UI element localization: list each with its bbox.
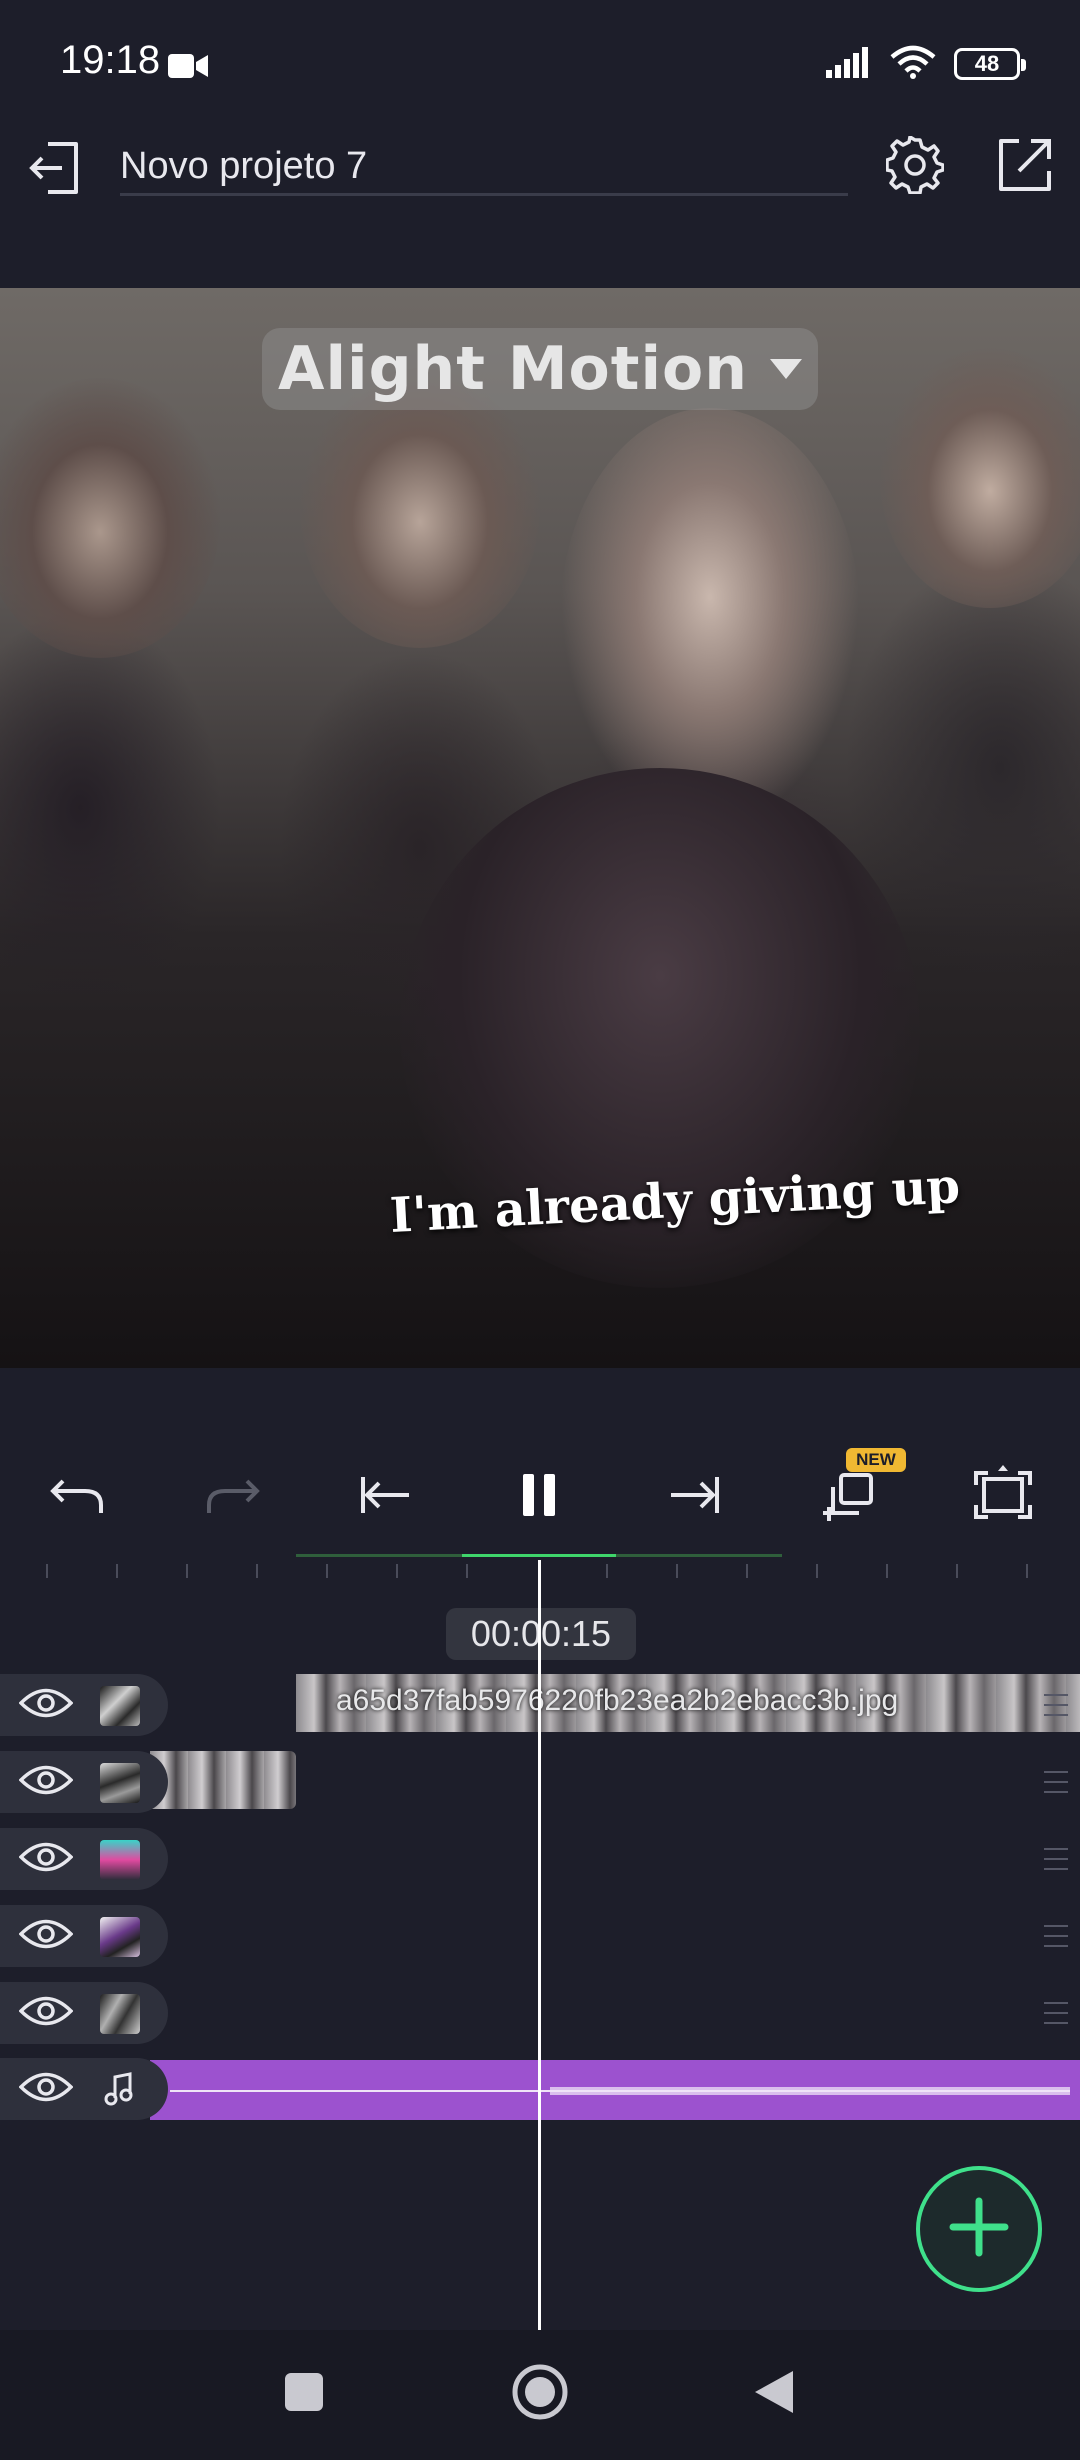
track-header <box>0 1751 168 1813</box>
ruler-tick <box>256 1564 258 1578</box>
export-button[interactable] <box>990 132 1060 202</box>
project-title-field[interactable]: Novo projeto 7 <box>120 138 848 196</box>
video-preview[interactable]: Alight Motion I'm already giving up <box>0 288 1080 1368</box>
drag-handle-icon[interactable] <box>1044 1771 1068 1793</box>
new-badge: NEW <box>846 1448 906 1472</box>
status-indicators: 48 <box>826 44 1026 84</box>
image-clip[interactable] <box>150 1751 296 1809</box>
undo-button[interactable] <box>32 1452 122 1542</box>
system-nav-bar <box>0 2330 1080 2460</box>
video-camera-icon <box>168 52 208 85</box>
eye-icon <box>18 1994 74 2033</box>
caret-down-icon <box>769 359 802 379</box>
status-time: 19:18 <box>60 38 161 82</box>
redo-icon <box>205 1473 261 1522</box>
redo-button[interactable] <box>188 1452 278 1542</box>
ruler-tick <box>46 1564 48 1578</box>
ruler-tick <box>886 1564 888 1578</box>
ruler-tick <box>326 1564 328 1578</box>
exit-icon <box>26 138 86 203</box>
ruler-tick <box>1026 1564 1028 1578</box>
export-icon <box>997 137 1053 198</box>
drag-handle-icon[interactable] <box>1044 2002 1068 2024</box>
add-layer-button[interactable] <box>916 2166 1042 2292</box>
watermark-badge[interactable]: Alight Motion <box>262 328 818 410</box>
playhead[interactable] <box>538 1560 541 2330</box>
clip-thumbnail <box>100 1994 140 2034</box>
track-header <box>0 1982 168 2044</box>
visibility-toggle[interactable] <box>18 1684 74 1726</box>
skip-end-icon <box>667 1473 723 1522</box>
top-toolbar: Novo projeto 7 <box>0 120 1080 280</box>
clip-thumbnail <box>100 1763 140 1803</box>
visibility-toggle[interactable] <box>18 2068 74 2110</box>
ruler-tick <box>186 1564 188 1578</box>
ruler-tick <box>816 1564 818 1578</box>
skip-start-icon <box>357 1473 413 1522</box>
eye-icon <box>18 2070 74 2109</box>
clip-thumbnail <box>100 1917 140 1957</box>
eye-icon <box>18 1917 74 1956</box>
recents-icon <box>283 2371 325 2418</box>
track-header <box>0 2058 168 2120</box>
ruler-tick <box>116 1564 118 1578</box>
signal-icon <box>826 46 872 83</box>
settings-button[interactable] <box>880 132 950 202</box>
pause-button[interactable] <box>494 1452 584 1542</box>
track-header <box>0 1674 168 1736</box>
battery-icon: 48 <box>954 48 1026 80</box>
fullscreen-icon <box>974 1464 1032 1530</box>
ruler-tick <box>606 1564 608 1578</box>
wifi-icon <box>890 45 936 84</box>
ruler-tick <box>746 1564 748 1578</box>
preview-image-region <box>880 348 1080 608</box>
home-button[interactable] <box>500 2354 580 2434</box>
audio-waveform <box>170 2087 1070 2095</box>
eye-icon <box>18 1763 74 1802</box>
preview-image-region <box>300 368 540 648</box>
undo-icon <box>49 1473 105 1522</box>
eye-icon <box>18 1686 74 1725</box>
ruler-progress <box>462 1554 616 1557</box>
drag-handle-icon[interactable] <box>1044 1925 1068 1947</box>
eye-icon <box>18 1840 74 1879</box>
battery-level: 48 <box>974 51 1000 76</box>
timecode-display: 00:00:15 <box>446 1608 636 1660</box>
duplicate-icon <box>821 1467 881 1528</box>
ruler-tick <box>676 1564 678 1578</box>
skip-end-button[interactable] <box>650 1452 740 1542</box>
visibility-toggle[interactable] <box>18 1761 74 1803</box>
back-button[interactable] <box>734 2354 814 2434</box>
ruler-tick <box>956 1564 958 1578</box>
gear-icon <box>885 134 945 199</box>
visibility-toggle[interactable] <box>18 1992 74 2034</box>
track-header <box>0 1828 168 1890</box>
clip-thumbnail <box>100 1686 140 1726</box>
home-icon <box>511 2363 569 2426</box>
ruler-tick <box>466 1564 468 1578</box>
watermark-text: Alight Motion <box>278 334 748 404</box>
recents-button[interactable] <box>264 2354 344 2434</box>
ruler-tick <box>396 1564 398 1578</box>
visibility-toggle[interactable] <box>18 1838 74 1880</box>
drag-handle-icon[interactable] <box>1044 1848 1068 1870</box>
preview-image-region <box>0 378 220 658</box>
music-note-icon <box>104 2072 134 2111</box>
fullscreen-button[interactable] <box>958 1452 1048 1542</box>
preview-image-region <box>560 408 860 828</box>
clip-thumbnail <box>100 1840 140 1880</box>
clip-label: a65d37fab5976220fb23ea2b2ebacc3b.jpg <box>336 1684 899 1717</box>
drag-handle-icon[interactable] <box>1044 1694 1068 1716</box>
skip-start-button[interactable] <box>340 1452 430 1542</box>
pause-icon <box>519 1472 559 1523</box>
visibility-toggle[interactable] <box>18 1915 74 1957</box>
track-header <box>0 1905 168 1967</box>
back-icon <box>753 2369 795 2420</box>
plus-icon <box>949 2197 1009 2262</box>
exit-button[interactable] <box>22 130 90 210</box>
status-bar: 19:18 48 <box>0 0 1080 120</box>
